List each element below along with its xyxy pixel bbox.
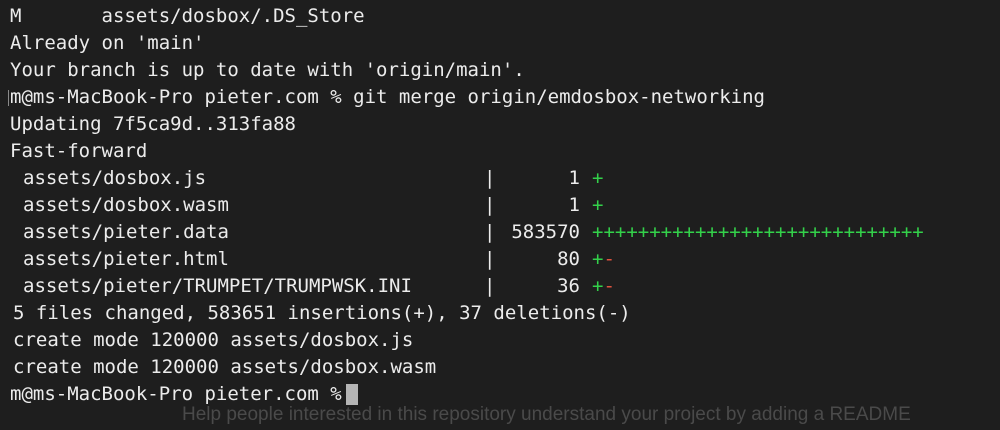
- diffstat-minus: -: [603, 248, 615, 270]
- line-marker: [8, 89, 9, 106]
- diffstat-separator: |: [484, 194, 496, 216]
- diffstat-row: assets/pieter.data | 583570 +++++++++++++++…: [0, 219, 1000, 246]
- diffstat-plus: +: [592, 275, 604, 297]
- diffstat-plus: +++++++++++++++++++++++++++++: [592, 221, 924, 243]
- diffstat-count: 1: [568, 167, 580, 189]
- diffstat-minus: -: [603, 275, 615, 297]
- diffstat-count: 583570: [511, 221, 580, 243]
- diffstat-file: assets/pieter/TRUMPET/TRUMPWSK.INI: [23, 275, 412, 297]
- diffstat-graph: +++++++++++++++++++++++++++++: [580, 219, 924, 246]
- output-updating: Updating 7f5ca9d..313fa88: [10, 113, 296, 135]
- diffstat-separator: |: [484, 221, 496, 243]
- terminal-window[interactable]: M assets/dosbox/.DS_Store Already on 'ma…: [0, 0, 1000, 430]
- diffstat-plus: +: [592, 194, 604, 216]
- diffstat-row: assets/dosbox.wasm | 1 +: [0, 192, 1000, 219]
- diffstat-count: 1: [568, 194, 580, 216]
- diffstat-separator: |: [484, 248, 496, 270]
- cursor-block: [345, 384, 358, 405]
- diffstat-file: assets/pieter.data: [23, 221, 229, 243]
- output-fast-forward: Fast-forward: [10, 140, 148, 162]
- diffstat-row: assets/dosbox.js | 1 +: [0, 165, 1000, 192]
- diffstat-graph: +: [580, 192, 603, 219]
- diffstat-plus: +: [592, 167, 604, 189]
- diffstat-count: 80: [557, 248, 580, 270]
- diffstat-separator: |: [484, 167, 496, 189]
- create-mode-line: create mode 120000 assets/dosbox.js: [13, 329, 414, 351]
- command-line: m@ms-MacBook-Pro pieter.com % git merge …: [0, 84, 1000, 111]
- prompt-text: m@ms-MacBook-Pro pieter.com %: [10, 383, 342, 405]
- create-mode-line: create mode 120000 assets/dosbox.wasm: [13, 356, 437, 378]
- diffstat-separator: |: [484, 275, 496, 297]
- command-text: m@ms-MacBook-Pro pieter.com % git merge …: [10, 86, 765, 108]
- diffstat-plus: +: [592, 248, 604, 270]
- status-line: M assets/dosbox/.DS_Store: [10, 5, 365, 27]
- diffstat-file: assets/pieter.html: [23, 248, 229, 270]
- diffstat-graph: +-: [580, 246, 615, 273]
- status-line: Your branch is up to date with 'origin/m…: [10, 59, 525, 81]
- diffstat-file: assets/dosbox.wasm: [23, 194, 229, 216]
- diffstat-row: assets/pieter.html | 80 +-: [0, 246, 1000, 273]
- diffstat-graph: +-: [580, 273, 615, 300]
- diffstat-summary: 5 files changed, 583651 insertions(+), 3…: [13, 302, 631, 324]
- diffstat-file: assets/dosbox.js: [23, 167, 207, 189]
- status-line: Already on 'main': [10, 32, 205, 54]
- diffstat-graph: +: [580, 165, 603, 192]
- diffstat-count: 36: [557, 275, 580, 297]
- diffstat-row: assets/pieter/TRUMPET/TRUMPWSK.INI | 36 +-: [0, 273, 1000, 300]
- background-page-text: Help people interested in this repositor…: [182, 404, 911, 425]
